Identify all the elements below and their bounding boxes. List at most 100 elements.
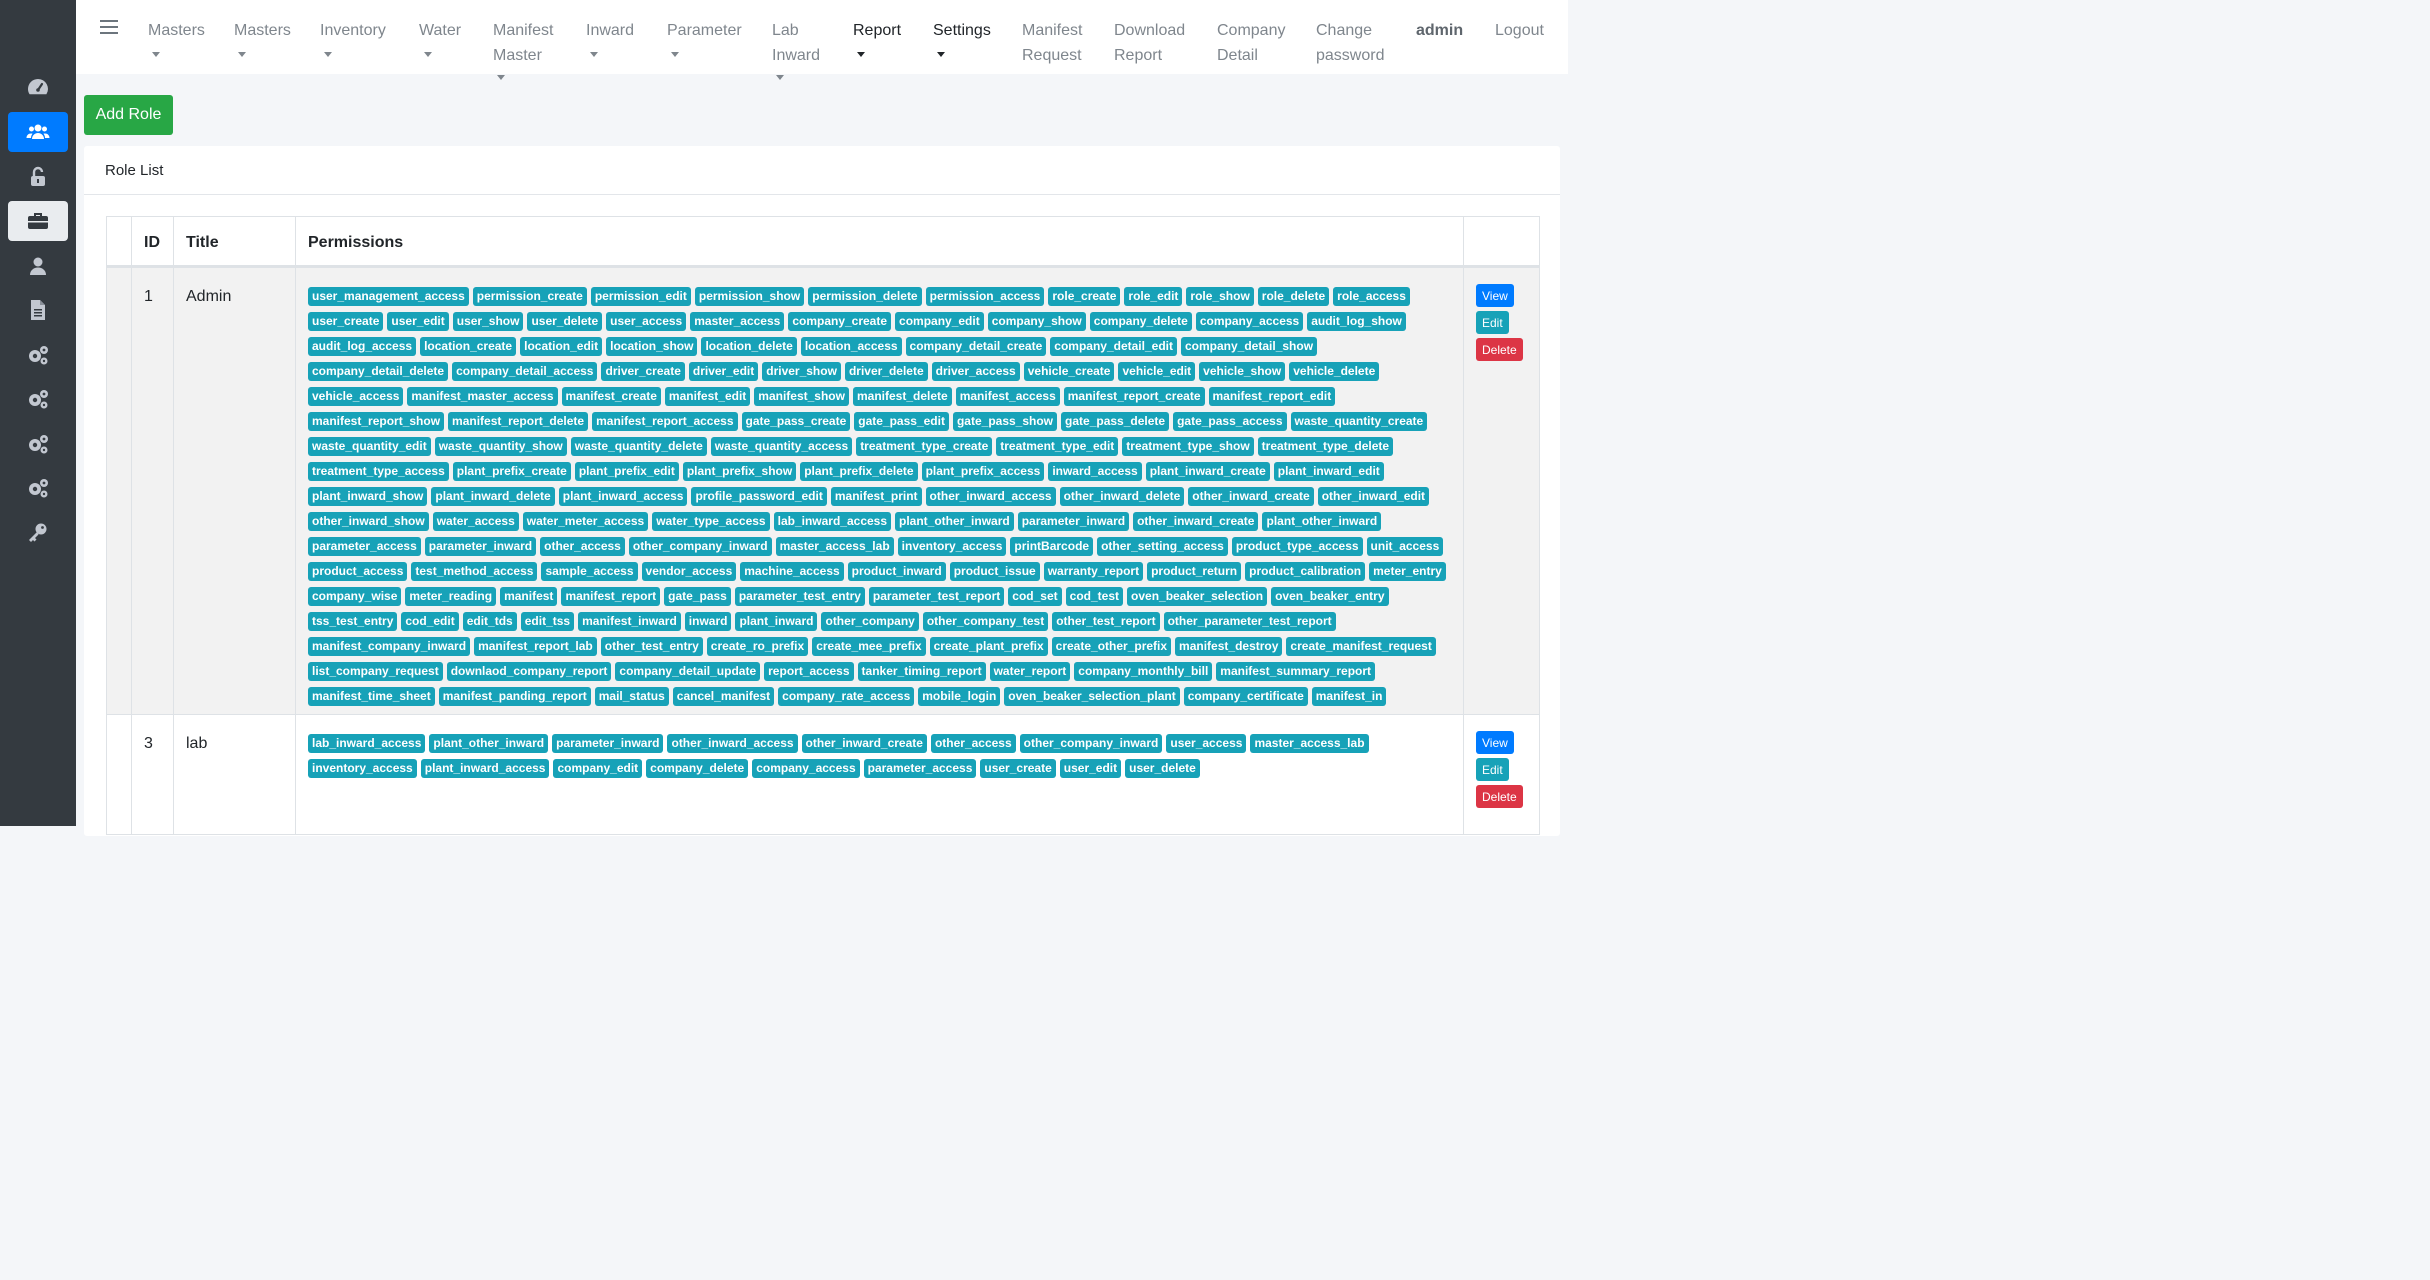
permission-badge: unit_access — [1366, 537, 1444, 556]
permission-badge: list_company_request — [308, 662, 443, 681]
cogs-icon[interactable] — [8, 335, 68, 375]
nav-label: Report — [1114, 47, 1163, 64]
nav-logout[interactable]: Logout — [1495, 18, 1544, 43]
row-select-cell[interactable] — [106, 266, 132, 715]
view-button[interactable]: View — [1476, 731, 1514, 754]
permission-badge: waste_quantity_edit — [308, 437, 431, 456]
briefcase-icon[interactable] — [8, 201, 68, 241]
nav-settings[interactable]: Settings — [933, 18, 991, 57]
caret-down-icon — [937, 52, 945, 57]
permission-badge: driver_access — [931, 362, 1020, 381]
nav-label: Master — [493, 47, 542, 64]
permission-badge: other_inward_show — [308, 512, 429, 531]
permission-badge: plant_prefix_edit — [574, 462, 679, 481]
nav-manifest-request[interactable]: Manifest Request — [1022, 18, 1082, 68]
permission-badge: lab_inward_access — [773, 512, 892, 531]
menu-toggle-icon[interactable] — [100, 20, 118, 34]
permission-badge: machine_access — [740, 562, 844, 581]
nav-parameter[interactable]: Parameter — [667, 18, 742, 57]
column-header-id: ID — [131, 216, 174, 268]
nav-company-detail[interactable]: Company Detail — [1217, 18, 1285, 68]
permission-badge: location_delete — [701, 337, 797, 356]
permission-badge: permission_access — [925, 287, 1045, 306]
permission-badge: permission_create — [472, 287, 587, 306]
permission-badge: plant_inward_access — [420, 759, 550, 778]
nav-report[interactable]: Report — [853, 18, 901, 57]
permission-badge: driver_edit — [688, 362, 759, 381]
permission-badge: other_inward_access — [925, 487, 1056, 506]
delete-button[interactable]: Delete — [1476, 785, 1523, 808]
permission-badge: other_company_test — [922, 612, 1049, 631]
nav-inward[interactable]: Inward — [586, 18, 634, 57]
file-icon[interactable] — [8, 290, 68, 330]
permission-badge: sample_access — [541, 562, 638, 581]
dashboard-icon[interactable] — [8, 67, 68, 107]
unlock-icon[interactable] — [8, 157, 68, 197]
permission-badge: company_access — [752, 759, 860, 778]
key-icon[interactable] — [8, 513, 68, 553]
permission-badge: other_test_report — [1052, 612, 1160, 631]
delete-button[interactable]: Delete — [1476, 338, 1523, 361]
view-button[interactable]: View — [1476, 284, 1514, 307]
cogs-icon[interactable] — [8, 468, 68, 508]
permission-badge: gate_pass_edit — [854, 412, 949, 431]
role-id: 1 — [131, 266, 174, 715]
permission-badge: user_delete — [527, 312, 603, 331]
role-table: ID Title Permissions 1 Admin user_manage… — [106, 216, 1540, 835]
nav-water[interactable]: Water — [419, 18, 461, 57]
row-select-cell[interactable] — [106, 714, 132, 835]
nav-label: Manifest — [493, 22, 554, 39]
caret-down-icon — [857, 52, 865, 57]
permission-badge: manifest_access — [955, 387, 1060, 406]
permission-badge: manifest_panding_report — [438, 687, 591, 706]
cogs-icon[interactable] — [8, 424, 68, 464]
permission-badge: edit_tss — [520, 612, 575, 631]
nav-manifest-master[interactable]: Manifest Master — [493, 18, 553, 80]
permission-badge: other_inward_edit — [1317, 487, 1430, 506]
nav-label: Inward — [586, 22, 635, 39]
nav-inventory[interactable]: Inventory — [320, 18, 386, 57]
permission-badge: company_detail_delete — [308, 362, 449, 381]
permission-badge: master_access — [690, 312, 785, 331]
permission-badge: manifest_create — [561, 387, 661, 406]
user-icon[interactable] — [8, 246, 68, 286]
permission-badge: plant_inward_access — [558, 487, 688, 506]
nav-download-report[interactable]: Download Report — [1114, 18, 1185, 68]
nav-change-password[interactable]: Change password — [1316, 18, 1384, 68]
card-title: Role List — [84, 146, 1560, 195]
edit-button[interactable]: Edit — [1476, 758, 1509, 781]
permission-badge: driver_delete — [844, 362, 928, 381]
permission-badge: gate_pass_delete — [1061, 412, 1170, 431]
permission-badge: location_show — [606, 337, 698, 356]
users-icon[interactable] — [8, 112, 68, 152]
permission-badge: create_ro_prefix — [706, 637, 809, 656]
permission-badge: gate_pass_access — [1173, 412, 1287, 431]
nav-label: Request — [1022, 47, 1082, 64]
edit-button[interactable]: Edit — [1476, 311, 1509, 334]
permission-badge: create_mee_prefix — [812, 637, 926, 656]
permission-badge: user_management_access — [308, 287, 469, 306]
permission-badge: meter_entry — [1369, 562, 1446, 581]
permission-badge: inventory_access — [897, 537, 1007, 556]
permission-badge: cod_set — [1008, 587, 1062, 606]
permission-badge: company_wise — [308, 587, 402, 606]
nav-lab-inward[interactable]: Lab Inward — [772, 18, 820, 80]
role-title: lab — [173, 714, 296, 835]
table-row: 3 lab lab_inward_access plant_other_inwar… — [106, 714, 1540, 835]
nav-masters-1[interactable]: Masters — [148, 18, 205, 57]
cogs-icon[interactable] — [8, 379, 68, 419]
permission-badge: manifest_master_access — [407, 387, 558, 406]
nav-admin-user[interactable]: admin — [1416, 18, 1463, 43]
add-role-button[interactable]: Add Role — [84, 95, 173, 135]
table-header-row: ID Title Permissions — [106, 216, 1540, 268]
role-list-card: Role List ID Title Permissions 1 Admin u — [84, 146, 1560, 836]
nav-label: Water — [419, 22, 462, 39]
permission-badge: company_certificate — [1183, 687, 1308, 706]
permission-badge: inward — [684, 612, 732, 631]
nav-masters-2[interactable]: Masters — [234, 18, 291, 57]
permission-badge: oven_beaker_entry — [1271, 587, 1389, 606]
table-row: 1 Admin user_management_access permission… — [106, 266, 1540, 715]
permission-badge: waste_quantity_show — [434, 437, 567, 456]
permission-badge: parameter_test_report — [868, 587, 1005, 606]
permission-badge: location_create — [420, 337, 517, 356]
